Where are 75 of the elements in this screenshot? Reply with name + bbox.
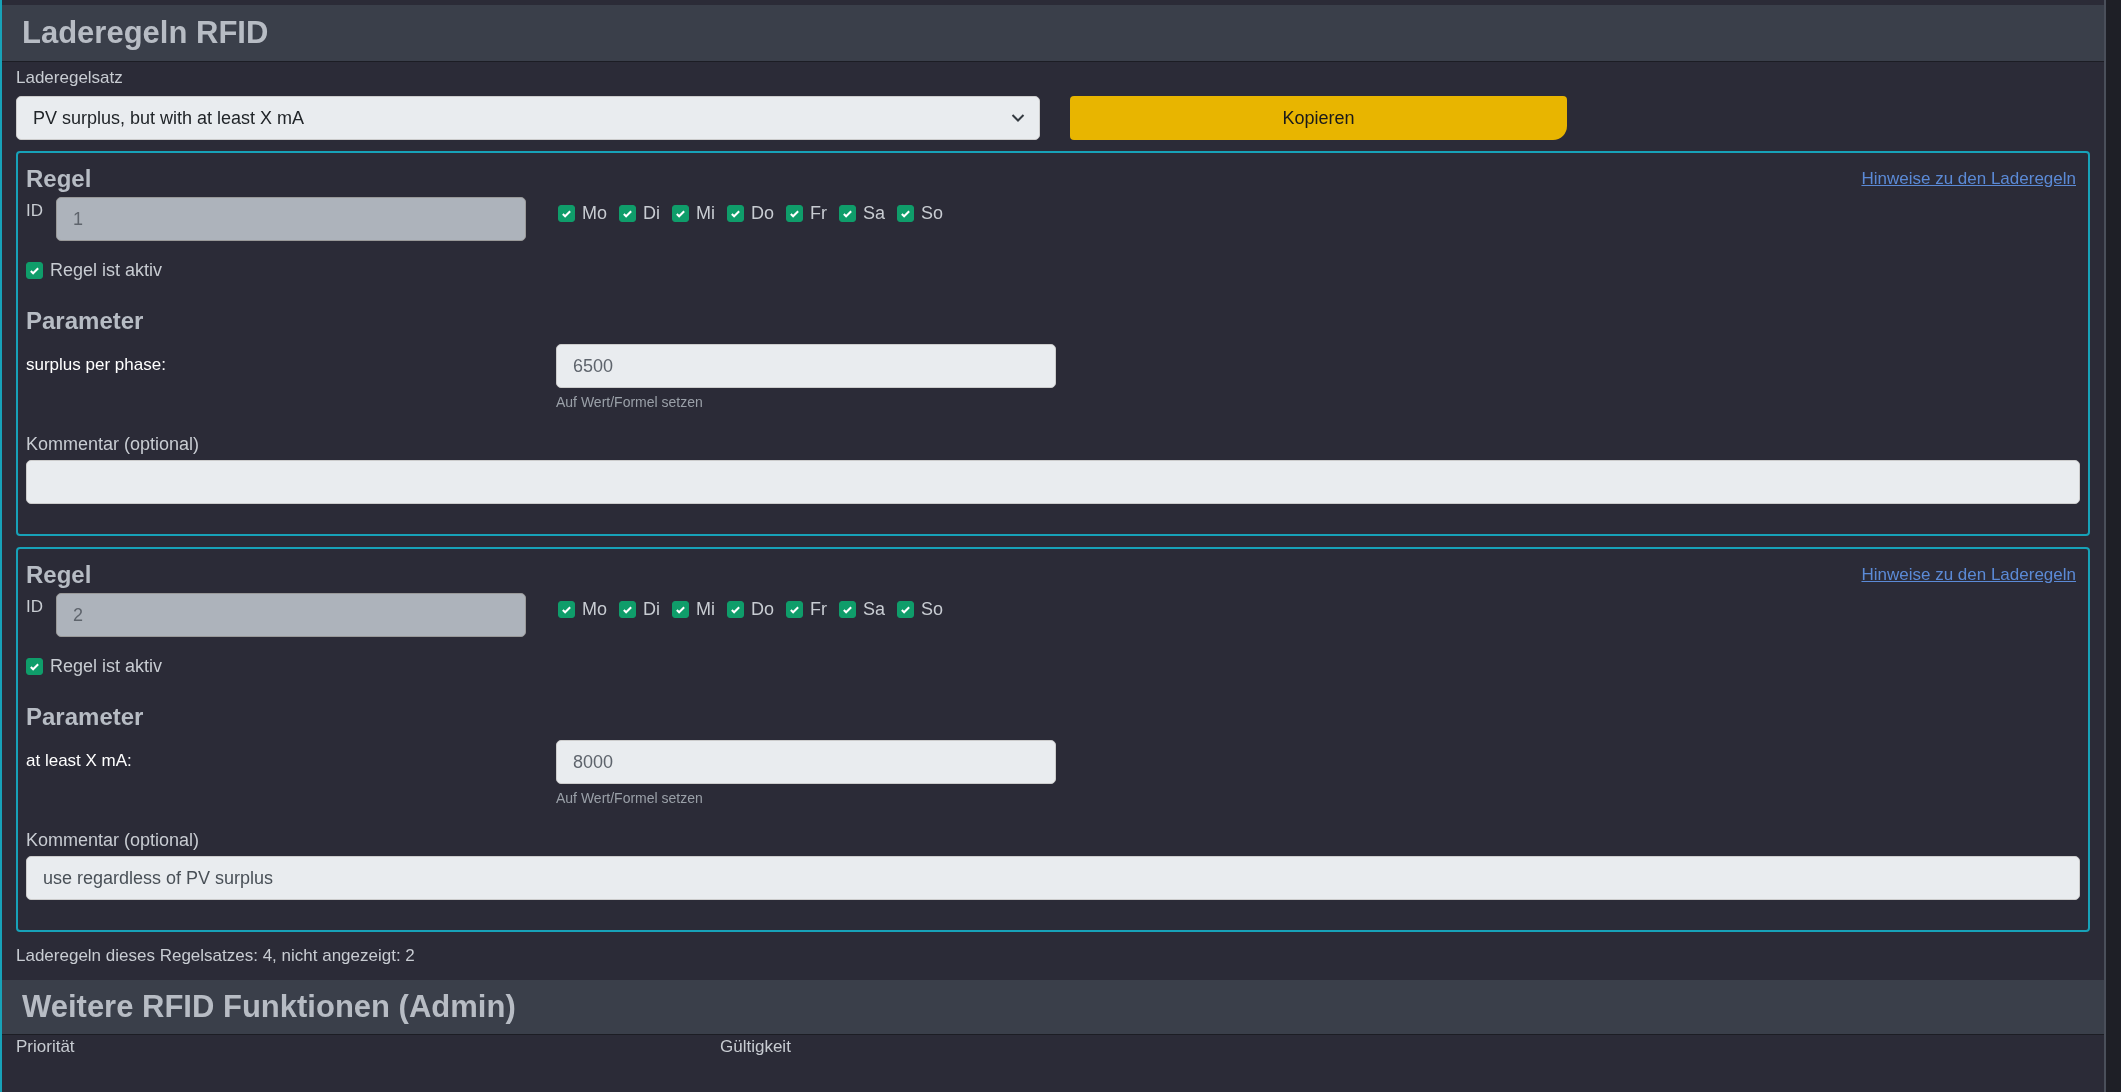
- comment-field[interactable]: [26, 460, 2080, 504]
- parameter-label: at least X mA:: [26, 751, 133, 772]
- field-hint: Auf Wert/Formel setzen: [556, 790, 704, 806]
- summary-text: Laderegeln dieses Regelsatzes: 4, nicht angezeigt: 2: [15, 945, 416, 967]
- parameter-field[interactable]: 8000: [556, 740, 1056, 784]
- checkbox[interactable]: [727, 601, 744, 618]
- checkmark-icon: [675, 208, 686, 219]
- checkmark-icon: [730, 208, 741, 219]
- copy-button[interactable]: Kopieren: [1070, 96, 1567, 140]
- day-label: Di: [643, 203, 660, 224]
- active-label: Regel ist aktiv: [50, 259, 163, 281]
- checkmark-icon: [900, 604, 912, 615]
- day-label: Do: [751, 599, 775, 620]
- field-hint: Auf Wert/Formel setzen: [556, 394, 704, 410]
- comment-label: Kommentar (optional): [26, 433, 201, 456]
- checkbox[interactable]: [672, 601, 689, 618]
- checkmark-icon: [789, 208, 801, 219]
- active-label: Regel ist aktiv: [50, 655, 163, 677]
- parameter-field[interactable]: 6500: [556, 344, 1056, 388]
- help-link[interactable]: Hinweise zu den Laderegeln: [1861, 565, 2076, 585]
- day-label: Mi: [696, 203, 715, 224]
- checkbox[interactable]: [619, 601, 636, 618]
- id-field[interactable]: 1: [56, 197, 526, 241]
- day-label: Do: [751, 203, 775, 224]
- checkmark-icon: [561, 604, 572, 615]
- ruleset-select[interactable]: PV surplus, but with at least X mA: [16, 96, 1040, 140]
- parameter-heading: Parameter: [26, 307, 144, 335]
- day-label: Di: [643, 599, 660, 620]
- rule-heading: Regel: [26, 561, 92, 589]
- comment-field[interactable]: use regardless of PV surplus: [26, 856, 2080, 900]
- chevron-down-icon: [1011, 113, 1025, 123]
- checkbox[interactable]: [897, 601, 915, 618]
- day-label: Mi: [696, 599, 715, 620]
- checkbox[interactable]: [619, 205, 636, 222]
- checkmark-icon: [730, 604, 741, 615]
- checkmark-icon: [622, 604, 633, 615]
- checkbox[interactable]: [897, 205, 915, 222]
- checkbox[interactable]: [727, 205, 744, 222]
- checkbox[interactable]: [558, 601, 575, 618]
- checkbox[interactable]: [26, 261, 43, 279]
- checkmark-icon: [842, 604, 854, 615]
- day-label: Sa: [863, 203, 886, 224]
- column-header: Priorität: [16, 1037, 76, 1057]
- day-label: Fr: [810, 599, 828, 620]
- day-label: So: [921, 203, 944, 224]
- parameter-heading: Parameter: [26, 703, 144, 731]
- comment-label: Kommentar (optional): [26, 829, 201, 852]
- checkmark-icon: [900, 208, 912, 219]
- id-label: ID: [26, 597, 44, 617]
- field-label: Laderegelsatz: [16, 67, 124, 89]
- day-label: Sa: [863, 599, 886, 620]
- checkbox[interactable]: [839, 205, 857, 222]
- day-label: Mo: [582, 203, 607, 224]
- section-title: Weitere RFID Funktionen (Admin): [22, 989, 516, 1025]
- parameter-label: surplus per phase:: [26, 355, 167, 376]
- id-field[interactable]: 2: [56, 593, 526, 637]
- day-label: Mo: [582, 599, 607, 620]
- rule-heading: Regel: [26, 165, 92, 193]
- checkmark-icon: [561, 208, 572, 219]
- help-link[interactable]: Hinweise zu den Laderegeln: [1861, 169, 2076, 189]
- checkbox[interactable]: [839, 601, 857, 618]
- id-label: ID: [26, 201, 44, 221]
- checkbox[interactable]: [786, 601, 804, 618]
- day-label: So: [921, 599, 944, 620]
- checkbox[interactable]: [26, 657, 43, 675]
- checkbox[interactable]: [672, 205, 689, 222]
- column-header: Gültigkeit: [720, 1037, 792, 1057]
- checkbox[interactable]: [558, 205, 575, 222]
- day-label: Fr: [810, 203, 828, 224]
- checkbox[interactable]: [786, 205, 804, 222]
- checkmark-icon: [622, 208, 633, 219]
- section-title: Laderegeln RFID: [22, 15, 269, 51]
- checkmark-icon: [789, 604, 801, 615]
- checkmark-icon: [675, 604, 686, 615]
- checkmark-icon: [842, 208, 854, 219]
